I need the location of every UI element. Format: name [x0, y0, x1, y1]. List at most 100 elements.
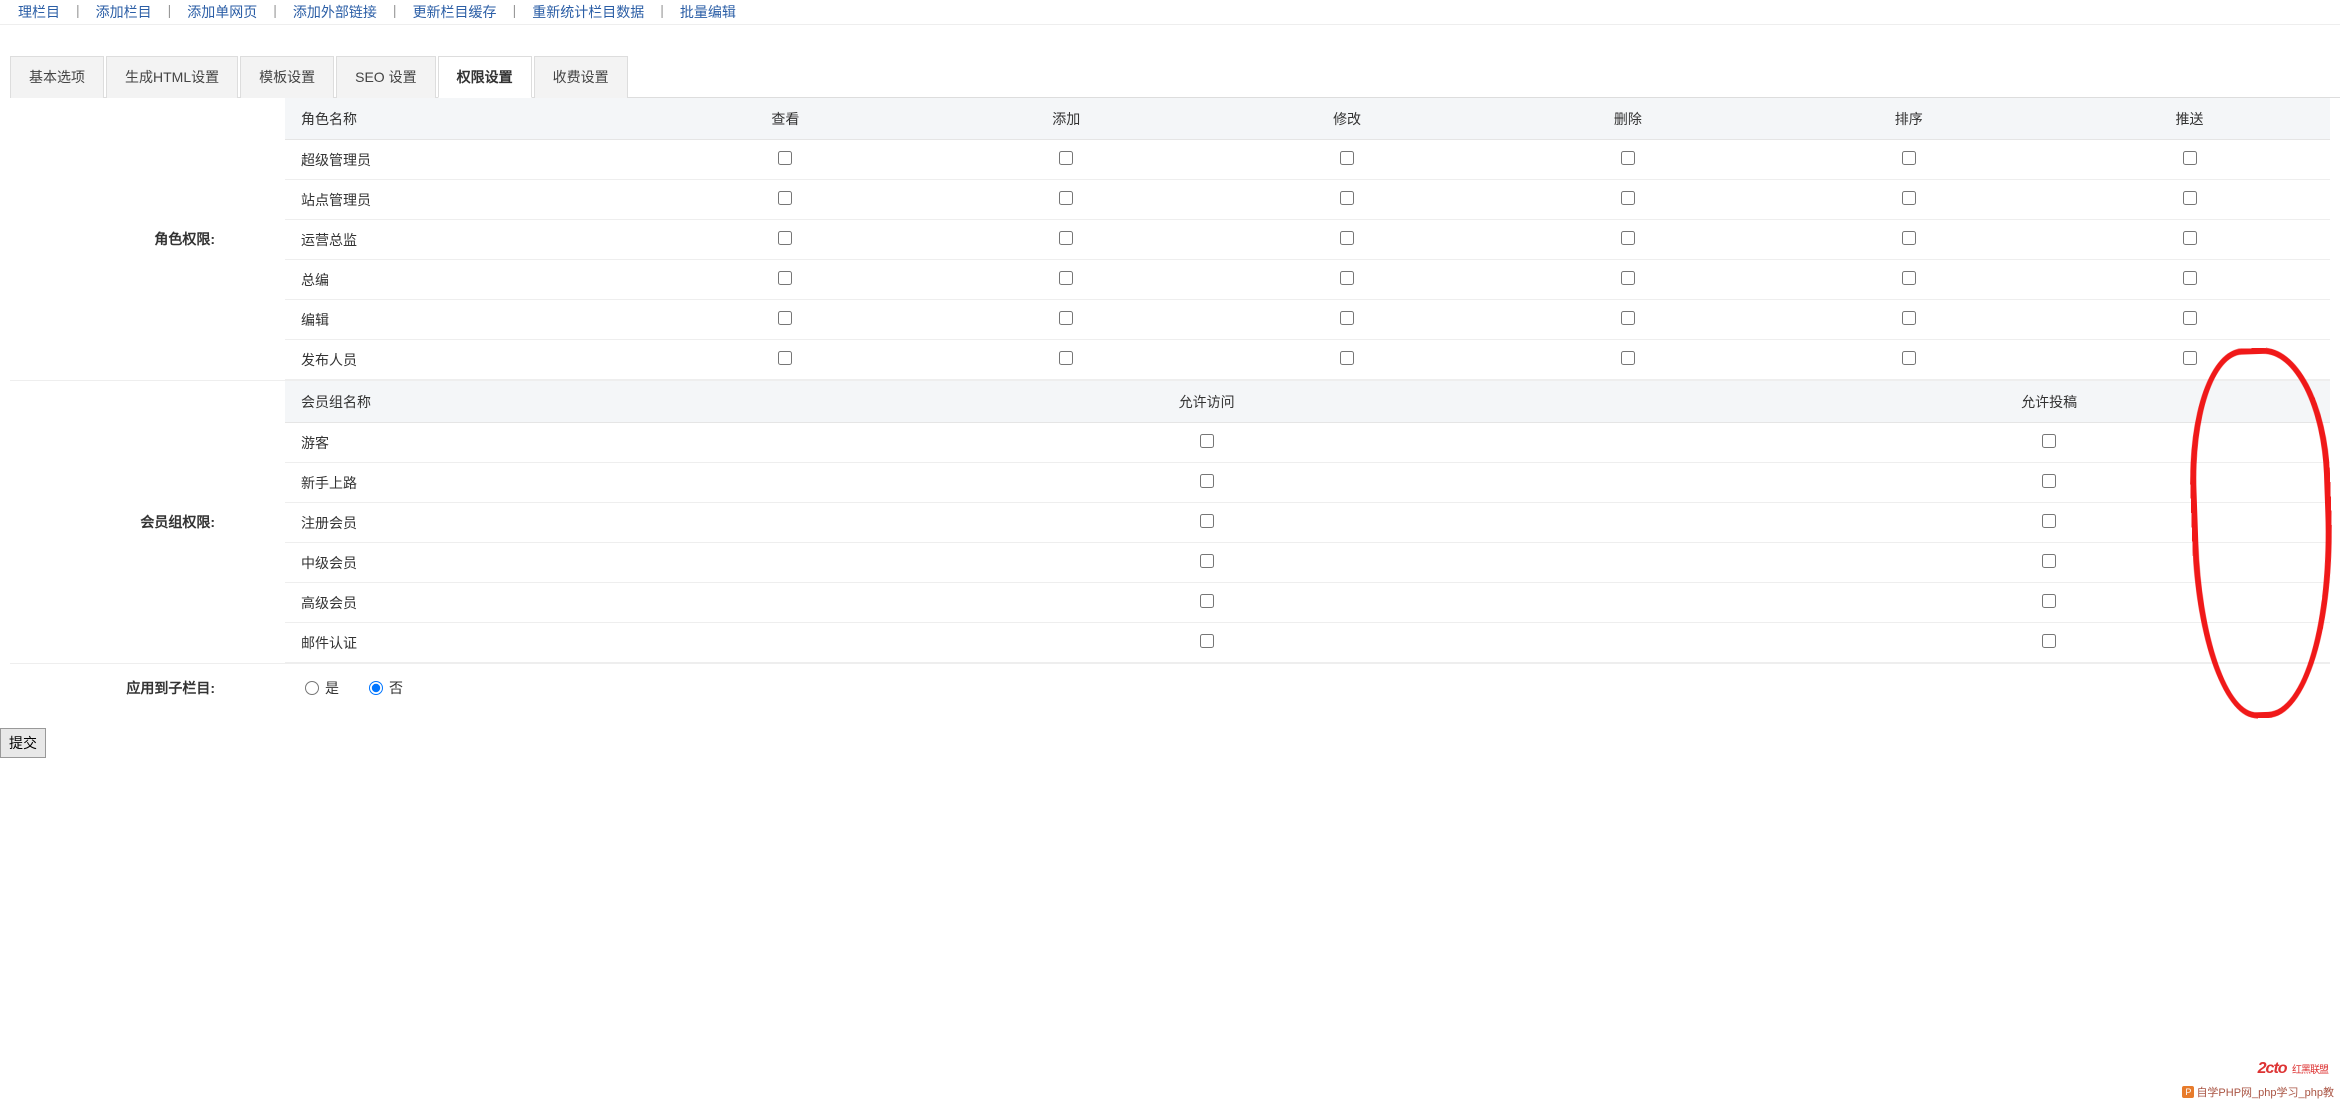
member-name: 邮件认证 [285, 633, 645, 653]
topnav-item[interactable]: 批量编辑 [672, 0, 744, 24]
cb-submit[interactable] [2042, 434, 2056, 448]
cb-access[interactable] [1200, 514, 1214, 528]
cb-delete[interactable] [1621, 311, 1635, 325]
member-row: 注册会员 [285, 503, 2330, 543]
cb-view[interactable] [778, 351, 792, 365]
radio-yes[interactable]: 是 [305, 678, 339, 698]
cb-view[interactable] [778, 311, 792, 325]
cb-submit[interactable] [2042, 594, 2056, 608]
role-header-sort: 排序 [1768, 109, 2049, 129]
cb-add[interactable] [1059, 191, 1073, 205]
role-row: 运营总监 [285, 220, 2330, 260]
cb-push[interactable] [2183, 311, 2197, 325]
cb-sort[interactable] [1902, 151, 1916, 165]
tab-template[interactable]: 模板设置 [240, 56, 334, 98]
cb-sort[interactable] [1902, 271, 1916, 285]
cb-push[interactable] [2183, 151, 2197, 165]
cb-push[interactable] [2183, 271, 2197, 285]
cb-access[interactable] [1200, 594, 1214, 608]
member-name: 游客 [285, 433, 645, 453]
cb-view[interactable] [778, 191, 792, 205]
cb-add[interactable] [1059, 351, 1073, 365]
cb-edit[interactable] [1340, 271, 1354, 285]
cb-submit[interactable] [2042, 554, 2056, 568]
watermark-text: P 自学PHP网_php学习_php教 [2182, 1084, 2334, 1100]
role-header-delete: 删除 [1487, 109, 1768, 129]
member-row: 邮件认证 [285, 623, 2330, 663]
cb-push[interactable] [2183, 191, 2197, 205]
topnav-item[interactable]: 添加栏目 [88, 0, 160, 24]
topnav-item[interactable]: 理栏目 [10, 0, 68, 24]
cb-access[interactable] [1200, 634, 1214, 648]
apply-label: 应用到子栏目: [10, 678, 285, 698]
top-nav: 理栏目| 添加栏目| 添加单网页| 添加外部链接| 更新栏目缓存| 重新统计栏目… [0, 0, 2340, 25]
cb-edit[interactable] [1340, 311, 1354, 325]
member-name: 高级会员 [285, 593, 645, 613]
radio-no[interactable]: 否 [369, 678, 403, 698]
cb-submit[interactable] [2042, 634, 2056, 648]
cb-access[interactable] [1200, 474, 1214, 488]
topnav-item[interactable]: 更新栏目缓存 [405, 0, 505, 24]
member-row: 中级会员 [285, 543, 2330, 583]
member-header-name: 会员组名称 [285, 392, 645, 412]
cb-add[interactable] [1059, 271, 1073, 285]
role-header-add: 添加 [926, 109, 1207, 129]
member-name: 新手上路 [285, 473, 645, 493]
cb-add[interactable] [1059, 231, 1073, 245]
cb-push[interactable] [2183, 231, 2197, 245]
cb-delete[interactable] [1621, 191, 1635, 205]
tab-fee[interactable]: 收费设置 [534, 56, 628, 98]
cb-view[interactable] [778, 271, 792, 285]
tab-html[interactable]: 生成HTML设置 [106, 56, 238, 98]
topnav-item[interactable]: 重新统计栏目数据 [524, 0, 652, 24]
role-permission-section: 角色权限: 角色名称 查看 添加 修改 删除 排序 推送 超级管理员 [10, 98, 2330, 380]
cb-push[interactable] [2183, 351, 2197, 365]
cb-submit[interactable] [2042, 514, 2056, 528]
role-header-name: 角色名称 [285, 109, 645, 129]
cb-sort[interactable] [1902, 351, 1916, 365]
radio-yes-input[interactable] [305, 681, 319, 695]
cb-access[interactable] [1200, 554, 1214, 568]
topnav-item[interactable]: 添加单网页 [179, 0, 265, 24]
cb-access[interactable] [1200, 434, 1214, 448]
topnav-item[interactable]: 添加外部链接 [285, 0, 385, 24]
cb-edit[interactable] [1340, 191, 1354, 205]
tab-permission[interactable]: 权限设置 [438, 56, 532, 98]
cb-delete[interactable] [1621, 351, 1635, 365]
tab-seo[interactable]: SEO 设置 [336, 56, 435, 98]
apply-sub-row: 应用到子栏目: 是 否 [10, 663, 2330, 718]
cb-delete[interactable] [1621, 271, 1635, 285]
cb-add[interactable] [1059, 311, 1073, 325]
cb-add[interactable] [1059, 151, 1073, 165]
cb-delete[interactable] [1621, 231, 1635, 245]
radio-yes-label: 是 [325, 678, 339, 698]
watermark-logo: 2cto 红黑联盟 [2258, 1060, 2328, 1078]
cb-sort[interactable] [1902, 231, 1916, 245]
role-name: 总编 [285, 270, 645, 290]
role-header-edit: 修改 [1207, 109, 1488, 129]
cb-sort[interactable] [1902, 311, 1916, 325]
role-name: 编辑 [285, 310, 645, 330]
cb-edit[interactable] [1340, 231, 1354, 245]
cb-delete[interactable] [1621, 151, 1635, 165]
member-header-submit: 允许投稿 [1768, 392, 2330, 412]
cb-view[interactable] [778, 151, 792, 165]
watermark-icon: P [2182, 1086, 2194, 1098]
radio-no-input[interactable] [369, 681, 383, 695]
role-row: 总编 [285, 260, 2330, 300]
role-name: 运营总监 [285, 230, 645, 250]
role-table: 角色名称 查看 添加 修改 删除 排序 推送 超级管理员 站点管理员 [285, 98, 2330, 380]
role-header-view: 查看 [645, 109, 926, 129]
role-row: 站点管理员 [285, 180, 2330, 220]
member-header-access: 允许访问 [645, 392, 1768, 412]
member-row: 游客 [285, 423, 2330, 463]
cb-view[interactable] [778, 231, 792, 245]
role-section-label: 角色权限: [10, 98, 285, 380]
cb-sort[interactable] [1902, 191, 1916, 205]
cb-submit[interactable] [2042, 474, 2056, 488]
submit-button[interactable]: 提交 [0, 728, 46, 758]
cb-edit[interactable] [1340, 351, 1354, 365]
cb-edit[interactable] [1340, 151, 1354, 165]
role-row: 超级管理员 [285, 140, 2330, 180]
tab-basic[interactable]: 基本选项 [10, 56, 104, 98]
